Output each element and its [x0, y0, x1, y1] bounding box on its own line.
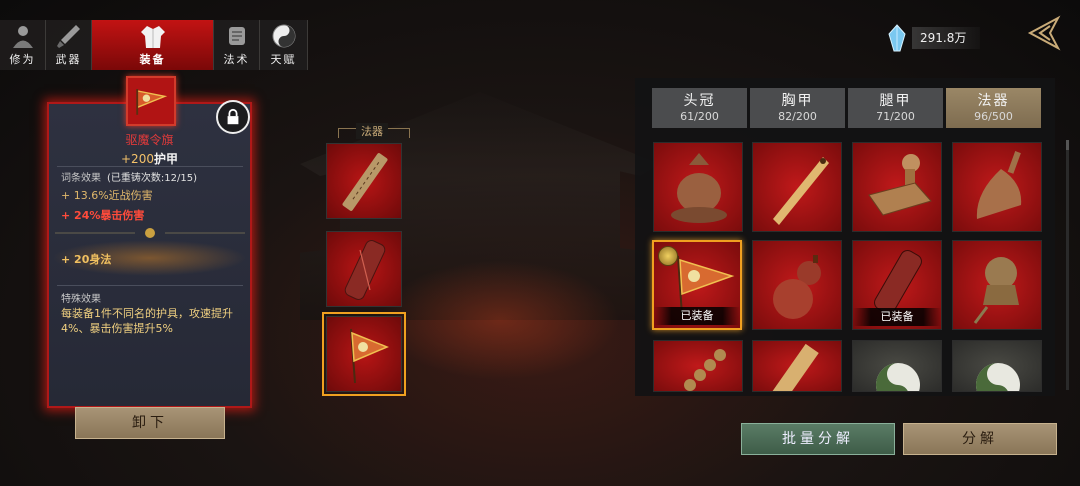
gourd-icon	[773, 255, 821, 319]
coin-icon	[658, 246, 678, 266]
category-count: 82/200	[778, 110, 817, 123]
affix-melee-damage: + 13.6%近战伤害	[61, 189, 153, 202]
fire-glow	[380, 260, 620, 380]
category-name: 腿甲	[879, 93, 912, 109]
inventory-scrollbar[interactable]	[1066, 140, 1069, 390]
scrollbar-thumb[interactable]	[1066, 140, 1069, 150]
robe-icon	[140, 26, 165, 48]
inventory-item[interactable]	[852, 340, 942, 392]
paper-talisman-icon	[771, 343, 819, 391]
affix-header: 词条效果 (已重铸次数:12/15)	[61, 169, 197, 184]
yin-yang-jade-icon	[876, 363, 920, 391]
equipped-slot-2[interactable]	[326, 231, 402, 307]
tab-weapon[interactable]: 武器	[46, 20, 92, 70]
category-name: 胸甲	[781, 93, 814, 109]
category-name: 头冠	[683, 93, 716, 109]
ornament-divider	[55, 228, 245, 238]
talisman-tablet-icon	[344, 240, 386, 300]
cultivator-icon	[12, 26, 33, 48]
category-tab-chest[interactable]: 胸甲 82/200	[750, 88, 845, 128]
inventory-item[interactable]	[752, 340, 842, 392]
equipped-section-label: 法器	[356, 123, 388, 139]
divider	[57, 285, 243, 286]
coin-sword-icon	[684, 349, 726, 391]
equipped-badge: 已装备	[853, 308, 941, 326]
category-tab-legs[interactable]: 腿甲 71/200	[848, 88, 943, 128]
lock-icon	[227, 108, 239, 125]
item-icon	[126, 76, 176, 126]
lock-button[interactable]	[216, 100, 250, 134]
category-count: 61/200	[680, 110, 719, 123]
divider	[57, 166, 243, 167]
reforge-count: (已重铸次数:12/15)	[107, 173, 197, 184]
equipped-slot-3[interactable]	[322, 312, 406, 396]
equipped-slot-1[interactable]	[326, 143, 402, 219]
scroll-icon	[228, 27, 245, 45]
seal-stamp-icon	[868, 154, 932, 216]
tab-label: 天赋	[270, 53, 297, 66]
armor-unit: 护甲	[153, 152, 178, 166]
decompose-button[interactable]: 分解	[903, 423, 1057, 455]
inventory-item[interactable]	[752, 142, 842, 232]
yin-yang-jade-icon	[976, 363, 1020, 391]
currency-value: 291.8万	[912, 27, 981, 49]
inventory-item[interactable]	[852, 142, 942, 232]
armor-stat: +200护甲	[47, 150, 252, 167]
back-icon[interactable]	[1024, 14, 1062, 52]
armor-value: +200	[121, 152, 154, 166]
batch-decompose-button[interactable]: 批量分解	[741, 423, 895, 455]
incense-burner-icon	[671, 153, 727, 223]
category-tab-helmet[interactable]: 头冠 61/200	[652, 88, 747, 128]
tab-label: 装备	[139, 53, 166, 66]
category-count: 96/500	[974, 110, 1013, 123]
affix-title: 词条效果	[61, 173, 101, 184]
category-name: 法器	[977, 93, 1010, 109]
inventory-item[interactable]	[653, 340, 743, 392]
category-tabs: 头冠 61/200 胸甲 82/200 腿甲 71/200 法器 96/500	[652, 88, 1041, 128]
inventory-item[interactable]: 已装备	[852, 240, 942, 330]
bamboo-slip-icon	[342, 153, 388, 211]
tiger-bell-icon	[973, 257, 1019, 324]
equipped-badge: 已装备	[654, 307, 740, 325]
inventory-item[interactable]	[952, 240, 1042, 330]
tab-label: 武器	[55, 53, 82, 66]
main-tabs: 修为 武器 装备 法术 天赋	[0, 20, 308, 70]
tab-cultivation[interactable]: 修为	[0, 20, 46, 70]
flag-icon	[136, 89, 168, 115]
category-tab-artifact[interactable]: 法器 96/500	[946, 88, 1041, 128]
agility-bonus: + 20身法	[61, 253, 112, 266]
tab-label: 修为	[9, 53, 36, 66]
inventory-item[interactable]	[752, 240, 842, 330]
tab-label: 法术	[223, 53, 250, 66]
bamboo-slip-icon	[773, 157, 829, 225]
inventory-item[interactable]	[952, 340, 1042, 392]
special-effect-title: 特殊效果	[61, 294, 101, 305]
unequip-button[interactable]: 卸下	[75, 407, 225, 439]
tab-spells[interactable]: 法术	[214, 20, 260, 70]
affix-crit-damage: + 24%暴击伤害	[61, 209, 145, 222]
currency-display: 291.8万	[888, 24, 988, 52]
tab-talent[interactable]: 天赋	[260, 20, 308, 70]
inventory-item-selected[interactable]: 已装备	[652, 240, 742, 330]
sword-icon	[56, 25, 80, 48]
crystal-icon	[888, 24, 906, 52]
item-name: 驱魔令旗	[125, 133, 174, 147]
special-effect-text: 每装备1件不同名的护具，攻速提升4%、暴击伤害提升5%	[61, 307, 233, 335]
inventory-item[interactable]	[952, 142, 1042, 232]
bell-icon	[976, 151, 1022, 219]
inventory-item[interactable]	[653, 142, 743, 232]
taiji-icon	[272, 24, 295, 48]
flag-icon	[350, 328, 389, 384]
category-count: 71/200	[876, 110, 915, 123]
tab-equipment[interactable]: 装备	[92, 20, 214, 70]
